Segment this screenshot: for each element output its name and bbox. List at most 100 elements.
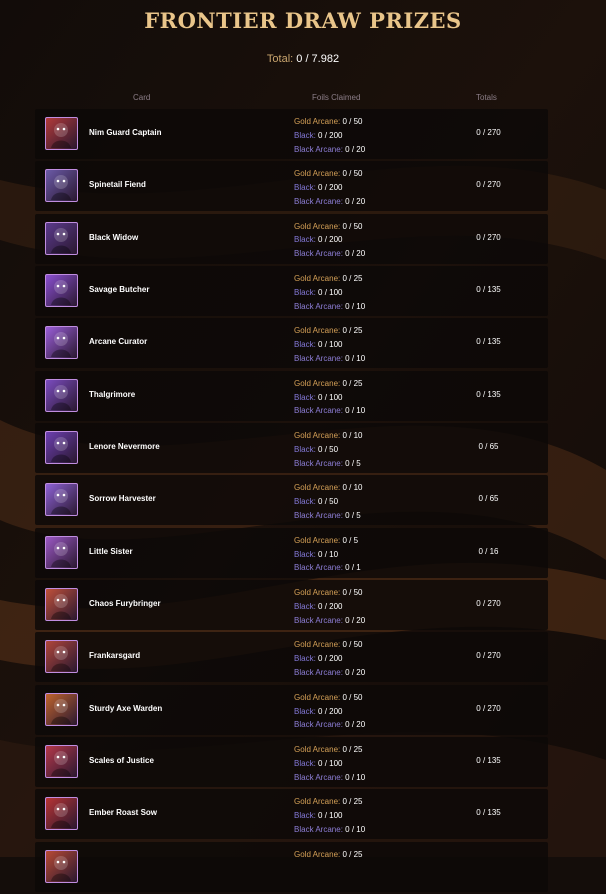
black-value: 0 / 200	[318, 654, 343, 664]
foils-claimed: Gold Arcane: 0 / 10 Black: 0 / 50 Black Ar…	[294, 481, 363, 522]
black-label: Black:	[294, 183, 316, 193]
total-label: Total:	[266, 53, 294, 65]
black-arcane-value: 0 / 5	[345, 458, 361, 468]
card-name: Nim Guard Captain	[89, 128, 162, 137]
gold-arcane-value: 0 / 50	[342, 692, 363, 702]
black-arcane-value: 0 / 20	[345, 196, 366, 206]
gold-arcane-value: 0 / 50	[342, 640, 363, 650]
black-line: Black: 0 / 100	[294, 338, 365, 352]
black-arcane-label: Black Arcane:	[294, 353, 343, 363]
table-row: Lenore Nevermore Gold Arcane: 0 / 10 Black…	[35, 423, 548, 474]
foils-claimed: Gold Arcane: 0 / 25	[294, 848, 363, 862]
table-row: Thalgrimore Gold Arcane: 0 / 25 Black: 0 /…	[35, 370, 548, 421]
card-name: Spinetail Fiend	[89, 180, 146, 190]
black-value: 0 / 100	[318, 392, 343, 402]
gold-arcane-line: Gold Arcane: 0 / 50	[294, 220, 365, 234]
gold-arcane-line: Gold Arcane: 0 / 25	[294, 848, 363, 862]
black-label: Black:	[294, 130, 316, 140]
black-label: Black:	[294, 340, 316, 350]
card-name: Savage Butcher	[89, 285, 150, 295]
gold-arcane-line: Gold Arcane: 0 / 25	[294, 743, 365, 757]
black-arcane-line: Black Arcane: 0 / 20	[294, 195, 365, 209]
ember-roast-sow-portrait-icon	[45, 797, 78, 831]
table-row: Gold Arcane: 0 / 25	[35, 841, 548, 892]
black-arcane-value: 0 / 20	[345, 615, 366, 625]
column-header-totals: Totals	[476, 93, 497, 102]
gold-arcane-value: 0 / 25	[342, 745, 363, 755]
row-total: 0 / 65	[478, 442, 499, 452]
black-line: Black: 0 / 200	[294, 600, 365, 614]
foils-claimed: Gold Arcane: 0 / 50 Black: 0 / 200 Black A…	[294, 167, 365, 208]
black-label: Black:	[294, 444, 316, 454]
gold-arcane-line: Gold Arcane: 0 / 10	[294, 481, 363, 495]
black-arcane-line: Black Arcane: 0 / 5	[294, 457, 363, 471]
black-arcane-label: Black Arcane:	[294, 511, 343, 520]
gold-arcane-label: Gold Arcane:	[294, 640, 341, 650]
column-header-foils: Foils Claimed	[312, 93, 361, 102]
black-arcane-line: Black Arcane: 0 / 5	[294, 509, 363, 523]
gold-arcane-value: 0 / 5	[342, 535, 359, 545]
black-arcane-value: 0 / 1	[345, 563, 361, 573]
gold-arcane-value: 0 / 25	[342, 797, 363, 807]
black-arcane-value: 0 / 10	[345, 772, 366, 782]
row-total: 0 / 270	[476, 128, 501, 137]
black-label: Black:	[294, 287, 316, 297]
gold-arcane-value: 0 / 50	[342, 588, 363, 598]
gold-arcane-value: 0 / 50	[342, 117, 363, 126]
black-arcane-line: Black Arcane: 0 / 20	[294, 614, 365, 628]
black-widow-portrait-icon	[45, 221, 78, 255]
gold-arcane-line: Gold Arcane: 0 / 50	[294, 115, 365, 129]
black-arcane-line: Black Arcane: 0 / 10	[294, 771, 365, 785]
gold-arcane-line: Gold Arcane: 0 / 25	[294, 795, 365, 809]
frankarsgard-portrait-icon	[45, 640, 78, 674]
row-total: 0 / 270	[476, 599, 501, 609]
black-arcane-value: 0 / 20	[345, 144, 366, 154]
card-name: Frankarsgard	[89, 651, 141, 661]
gold-arcane-label: Gold Arcane:	[294, 797, 341, 807]
black-line: Black: 0 / 100	[294, 757, 365, 771]
gold-arcane-label: Gold Arcane:	[294, 483, 341, 493]
black-label: Black:	[294, 811, 316, 821]
foils-claimed: Gold Arcane: 0 / 25 Black: 0 / 100 Black A…	[294, 324, 365, 365]
black-arcane-value: 0 / 10	[345, 825, 366, 835]
black-arcane-line: Black Arcane: 0 / 20	[294, 247, 365, 261]
little-sister-portrait-icon	[45, 535, 78, 569]
gold-arcane-label: Gold Arcane:	[294, 849, 341, 859]
gold-arcane-line: Gold Arcane: 0 / 25	[294, 377, 365, 391]
savage-butcher-portrait-icon	[45, 274, 78, 308]
black-line: Black: 0 / 200	[294, 181, 365, 195]
black-value: 0 / 200	[318, 183, 343, 193]
black-label: Black:	[294, 706, 316, 716]
row-total: 0 / 135	[476, 389, 501, 399]
black-arcane-label: Black Arcane:	[294, 406, 343, 416]
black-value: 0 / 50	[318, 444, 339, 454]
gold-arcane-value: 0 / 25	[342, 274, 363, 284]
gold-arcane-label: Gold Arcane:	[294, 169, 341, 179]
black-line: Black: 0 / 200	[294, 705, 365, 719]
sorrow-harvester-portrait-icon	[45, 483, 78, 517]
gold-arcane-label: Gold Arcane:	[294, 535, 341, 545]
gold-arcane-value: 0 / 25	[342, 378, 363, 388]
table-row: Sturdy Axe Warden Gold Arcane: 0 / 50 Blac…	[35, 684, 548, 735]
black-line: Black: 0 / 100	[294, 286, 365, 300]
card-name: Scales of Justice	[89, 756, 154, 766]
foils-claimed: Gold Arcane: 0 / 10 Black: 0 / 50 Black Ar…	[294, 429, 363, 470]
table-row: Chaos Furybringer Gold Arcane: 0 / 50 Blac…	[35, 580, 548, 631]
card-name: Arcane Curator	[89, 337, 148, 347]
foils-claimed: Gold Arcane: 0 / 50 Black: 0 / 200 Black A…	[294, 220, 365, 261]
black-arcane-label: Black Arcane:	[294, 668, 343, 678]
foils-claimed: Gold Arcane: 0 / 50 Black: 0 / 200 Black A…	[294, 638, 365, 679]
gold-arcane-label: Gold Arcane:	[294, 745, 341, 755]
table-row: Arcane Curator Gold Arcane: 0 / 25 Black: …	[35, 318, 548, 369]
black-arcane-line: Black Arcane: 0 / 20	[294, 143, 365, 157]
black-line: Black: 0 / 200	[294, 129, 365, 143]
black-label: Black:	[294, 654, 316, 664]
black-arcane-line: Black Arcane: 0 / 10	[294, 823, 365, 837]
foils-claimed: Gold Arcane: 0 / 50 Black: 0 / 200 Black A…	[294, 691, 365, 732]
black-arcane-value: 0 / 10	[345, 406, 366, 416]
black-arcane-label: Black Arcane:	[294, 615, 343, 625]
row-total: 0 / 270	[476, 232, 501, 242]
black-label: Black:	[294, 758, 316, 768]
black-arcane-value: 0 / 10	[345, 301, 366, 311]
black-value: 0 / 100	[318, 758, 343, 768]
